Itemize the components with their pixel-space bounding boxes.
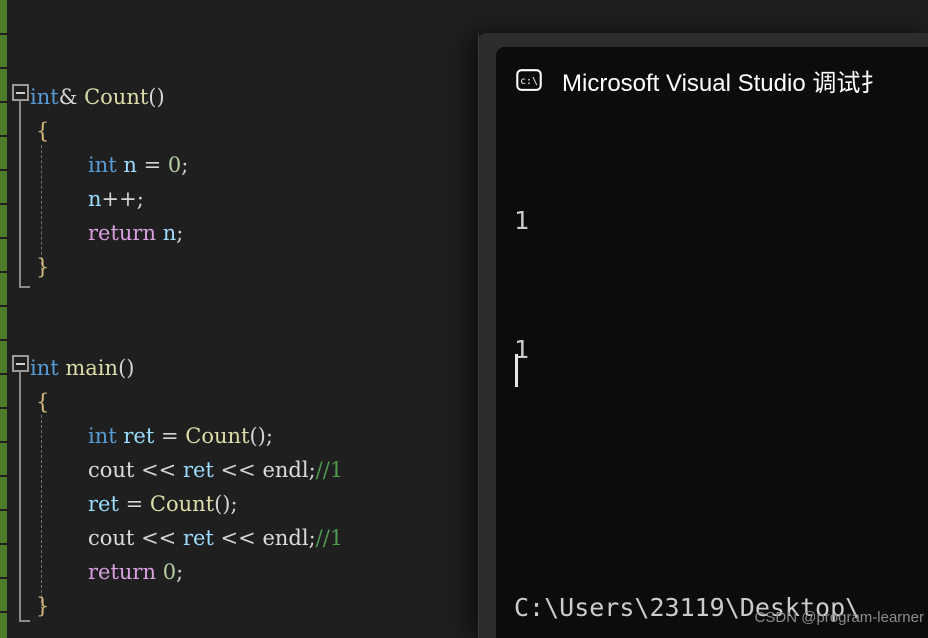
fold-bracket-foot-count — [19, 286, 30, 288]
token-call-count: Count — [185, 424, 250, 448]
token-assign-2: = — [160, 424, 179, 448]
token-semicolon-5: ; — [308, 458, 316, 482]
console-body[interactable]: c:\ Microsoft Visual Studio 调试扌 1 1 C:\U… — [496, 47, 928, 638]
token-number-zero: 0 — [167, 153, 182, 177]
code-line-main-signature[interactable]: int main() — [30, 351, 134, 385]
fold-bracket-count — [19, 101, 21, 286]
token-semicolon-1: ; — [181, 153, 189, 177]
code-line-assign-ret[interactable]: ret = Count(); — [88, 487, 238, 521]
token-brace-open-2: { — [36, 390, 50, 414]
fold-marker-count[interactable] — [12, 84, 29, 101]
token-var-n: n — [123, 153, 137, 177]
token-var-n-3: n — [162, 221, 177, 245]
token-ampersand: & — [58, 85, 78, 109]
token-increment: ++ — [101, 187, 137, 211]
token-var-ret-4: ret — [182, 526, 214, 550]
token-shift-1: << — [141, 458, 177, 482]
code-line-declare-ret[interactable]: int ret = Count(); — [88, 419, 273, 453]
token-endl-2: endl — [262, 526, 309, 550]
console-line-2: 1 — [514, 335, 530, 364]
token-parens-4: () — [214, 492, 231, 516]
token-parens-2: () — [118, 356, 135, 380]
token-function-count: Count — [84, 85, 149, 109]
fold-bracket-foot-main — [19, 620, 30, 622]
token-keyword-int-4: int — [88, 424, 117, 448]
code-line-declare-n[interactable]: int n = 0; — [88, 148, 188, 182]
console-cmd-icon: c:\ — [516, 69, 542, 91]
token-brace-close: } — [36, 255, 50, 279]
token-keyword-return: return — [88, 221, 156, 245]
svg-text:c:\: c:\ — [520, 76, 538, 87]
token-var-ret: ret — [123, 424, 155, 448]
console-line-1: 1 — [514, 206, 530, 235]
code-line-main-open-brace[interactable]: { — [36, 385, 49, 419]
token-keyword-int: int — [30, 85, 59, 109]
token-call-count-2: Count — [149, 492, 215, 516]
console-window-edge — [478, 33, 479, 638]
token-semicolon-4: ; — [265, 424, 273, 448]
code-line-increment-n[interactable]: n++; — [88, 182, 144, 216]
token-parens: () — [148, 85, 165, 109]
token-cout-2: cout — [88, 526, 135, 550]
token-number-zero-2: 0 — [162, 560, 177, 584]
token-keyword-int-3: int — [30, 356, 59, 380]
token-parens-3: () — [249, 424, 266, 448]
token-assign: = — [143, 153, 162, 177]
token-shift-3: << — [141, 526, 177, 550]
code-line-return-n[interactable]: return n; — [88, 216, 183, 250]
screenshot-root: int& Count() { int n = 0; n++; return n;… — [0, 0, 928, 638]
token-semicolon-7: ; — [308, 526, 316, 550]
fold-bracket-main — [19, 372, 21, 620]
code-line-print-ret-1[interactable]: cout << ret << endl;//1 — [88, 453, 343, 487]
token-brace-close-2: } — [36, 594, 50, 618]
token-comment-1: //1 — [315, 458, 344, 482]
token-semicolon-8: ; — [176, 560, 184, 584]
token-comment-2: //1 — [315, 526, 344, 550]
token-shift-4: << — [220, 526, 256, 550]
token-semicolon-2: ; — [136, 187, 144, 211]
token-assign-3: = — [125, 492, 144, 516]
fold-marker-main[interactable] — [12, 355, 29, 372]
code-line-main-close-brace[interactable]: } — [36, 589, 49, 623]
watermark-label: CSDN @program-learner — [754, 609, 924, 626]
indent-guide-main — [41, 415, 42, 608]
console-text-cursor — [515, 354, 518, 387]
console-titlebar[interactable]: c:\ Microsoft Visual Studio 调试扌 — [496, 47, 928, 113]
token-endl-1: endl — [262, 458, 309, 482]
console-window[interactable]: c:\ Microsoft Visual Studio 调试扌 1 1 C:\U… — [478, 33, 928, 638]
code-line-count-open-brace[interactable]: { — [36, 114, 49, 148]
token-semicolon-3: ; — [176, 221, 184, 245]
token-shift-2: << — [220, 458, 256, 482]
token-keyword-int-2: int — [88, 153, 117, 177]
code-line-count-close-brace[interactable]: } — [36, 250, 49, 284]
console-output-text: 1 1 C:\Users\23119\Desktop\ , 代码为 0。 按任意… — [514, 113, 928, 638]
token-semicolon-6: ; — [230, 492, 238, 516]
console-title: Microsoft Visual Studio 调试扌 — [562, 69, 885, 97]
token-var-ret-3: ret — [88, 492, 119, 516]
code-line-count-signature[interactable]: int& Count() — [30, 80, 165, 114]
code-text-area[interactable]: int& Count() { int n = 0; n++; return n;… — [0, 0, 470, 638]
code-line-print-ret-2[interactable]: cout << ret << endl;//1 — [88, 521, 343, 555]
token-var-n-2: n — [88, 187, 102, 211]
token-function-main: main — [65, 356, 119, 380]
token-var-ret-2: ret — [182, 458, 214, 482]
console-line-3 — [514, 457, 928, 500]
token-cout-1: cout — [88, 458, 135, 482]
code-line-return-zero[interactable]: return 0; — [88, 555, 183, 589]
token-keyword-return-2: return — [88, 560, 156, 584]
token-brace-open: { — [36, 119, 50, 143]
